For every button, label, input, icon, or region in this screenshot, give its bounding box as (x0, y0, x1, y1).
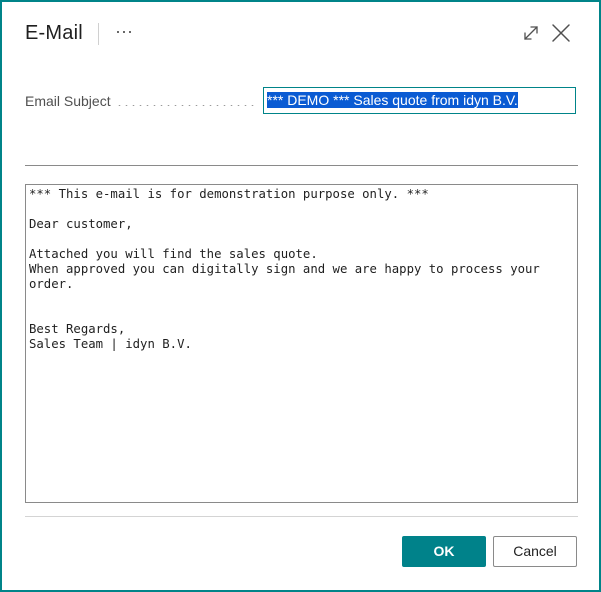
label-leader-dots (116, 105, 258, 106)
cancel-button[interactable]: Cancel (493, 536, 577, 567)
title-separator (98, 23, 99, 45)
email-body-textarea[interactable]: *** This e-mail is for demonstration pur… (25, 184, 578, 503)
expand-icon[interactable] (518, 20, 544, 46)
email-dialog: E-Mail ··· Email Subject *** DEMO *** Sa (0, 0, 601, 592)
email-subject-value: *** DEMO *** Sales quote from idyn B.V. (267, 92, 518, 108)
email-subject-input[interactable]: *** DEMO *** Sales quote from idyn B.V. (263, 87, 576, 114)
section-divider (25, 165, 578, 166)
email-subject-label: Email Subject (25, 93, 111, 109)
footer-divider (25, 516, 578, 517)
ok-button[interactable]: OK (402, 536, 486, 567)
close-icon[interactable] (548, 20, 574, 46)
dialog-header: E-Mail ··· (2, 2, 599, 66)
dialog-title: E-Mail (25, 22, 83, 44)
more-options-button[interactable]: ··· (110, 20, 138, 48)
